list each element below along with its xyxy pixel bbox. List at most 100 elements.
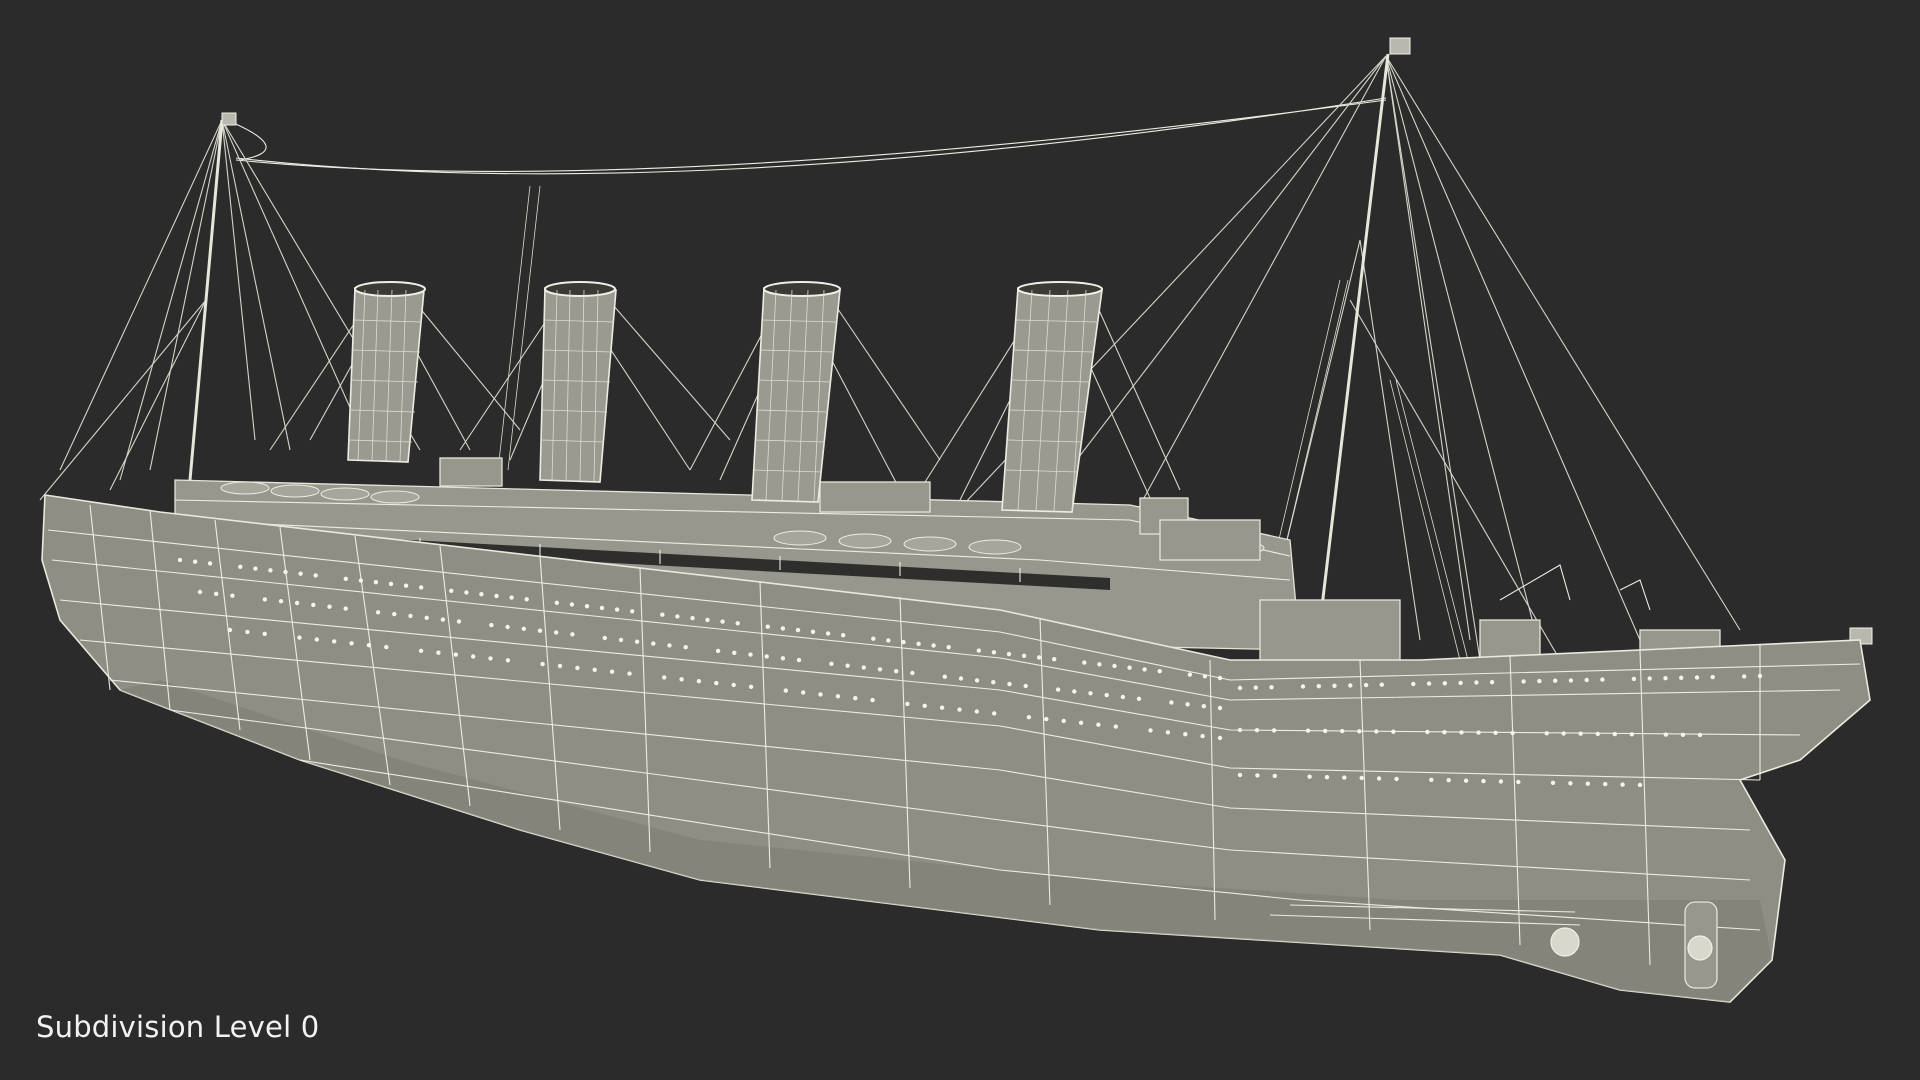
porthole — [408, 613, 413, 619]
porthole — [540, 661, 545, 667]
funnel-4 — [1001, 281, 1103, 513]
porthole — [835, 694, 841, 699]
porthole — [418, 648, 424, 653]
porthole — [1516, 779, 1521, 785]
porthole — [1185, 702, 1190, 707]
porthole — [1568, 678, 1574, 683]
porthole — [1061, 718, 1066, 724]
porthole — [227, 627, 233, 633]
porthole — [1425, 729, 1430, 735]
porthole — [392, 611, 397, 617]
porthole — [675, 614, 680, 619]
porthole — [922, 703, 927, 708]
porthole — [1082, 660, 1087, 665]
porthole — [1052, 657, 1057, 662]
porthole — [1271, 728, 1277, 733]
porthole — [177, 557, 183, 563]
porthole — [765, 624, 770, 629]
ship-model-render — [39, 37, 1873, 1003]
porthole — [651, 641, 656, 646]
porthole — [1458, 680, 1463, 686]
porthole — [1183, 732, 1188, 737]
porthole — [957, 707, 962, 712]
porthole — [278, 599, 284, 604]
porthole — [1165, 730, 1171, 735]
porthole — [796, 657, 802, 663]
porthole — [1510, 730, 1515, 736]
porthole — [1324, 775, 1330, 780]
porthole — [1476, 730, 1481, 735]
porthole — [1021, 653, 1027, 658]
porthole — [238, 564, 243, 569]
porthole — [720, 619, 725, 624]
porthole — [1612, 731, 1618, 737]
porthole — [1342, 775, 1347, 780]
porthole — [946, 645, 951, 650]
propeller-center — [1687, 935, 1713, 961]
porthole — [1237, 772, 1243, 778]
porthole — [1237, 727, 1243, 733]
porthole — [494, 593, 499, 599]
porthole — [992, 711, 997, 716]
porthole — [569, 602, 575, 607]
porthole — [1237, 685, 1243, 691]
porthole — [262, 631, 267, 636]
porthole — [731, 682, 736, 688]
porthole — [1595, 731, 1601, 737]
porthole — [1629, 732, 1635, 737]
porthole — [314, 637, 319, 642]
porthole — [489, 622, 494, 628]
porthole — [870, 697, 875, 703]
porthole — [1307, 774, 1312, 779]
porthole — [871, 636, 876, 641]
porthole — [1055, 687, 1061, 692]
porthole — [780, 656, 786, 661]
porthole — [297, 635, 302, 640]
porthole — [602, 635, 607, 641]
porthole — [1097, 662, 1102, 667]
porthole — [1493, 730, 1498, 735]
porthole — [343, 576, 348, 581]
porthole — [939, 705, 945, 710]
porthole — [570, 632, 575, 637]
porthole — [464, 590, 469, 595]
porthole — [1498, 779, 1504, 784]
porthole — [557, 663, 563, 669]
porthole — [974, 709, 979, 714]
porthole — [453, 652, 458, 657]
porthole — [268, 568, 273, 573]
porthole — [1463, 778, 1469, 783]
porthole — [245, 629, 250, 635]
porthole — [1044, 716, 1049, 722]
porthole — [366, 643, 372, 648]
porthole — [1201, 704, 1207, 709]
porthole — [1006, 651, 1012, 657]
porthole — [1255, 773, 1260, 778]
porthole — [634, 639, 640, 644]
porthole — [1742, 674, 1747, 679]
porthole — [783, 688, 788, 693]
porthole — [456, 619, 462, 624]
porthole — [1474, 680, 1479, 685]
porthole — [748, 652, 753, 657]
porthole — [1584, 677, 1589, 683]
porthole — [253, 566, 258, 571]
porthole — [1521, 679, 1526, 684]
porthole — [732, 650, 737, 655]
porthole — [905, 701, 910, 707]
porthole — [1357, 729, 1362, 734]
porthole — [358, 578, 364, 583]
porthole — [1305, 728, 1311, 733]
porthole — [262, 597, 267, 602]
porthole — [991, 650, 997, 655]
porthole — [942, 674, 947, 679]
porthole — [1127, 665, 1132, 670]
porthole — [1200, 733, 1205, 739]
porthole — [1568, 781, 1573, 786]
porthole — [1442, 681, 1448, 686]
porthole — [1272, 773, 1278, 779]
porthole — [1120, 694, 1126, 700]
porthole — [609, 669, 615, 674]
porthole — [1585, 781, 1591, 786]
porthole — [1254, 728, 1260, 733]
